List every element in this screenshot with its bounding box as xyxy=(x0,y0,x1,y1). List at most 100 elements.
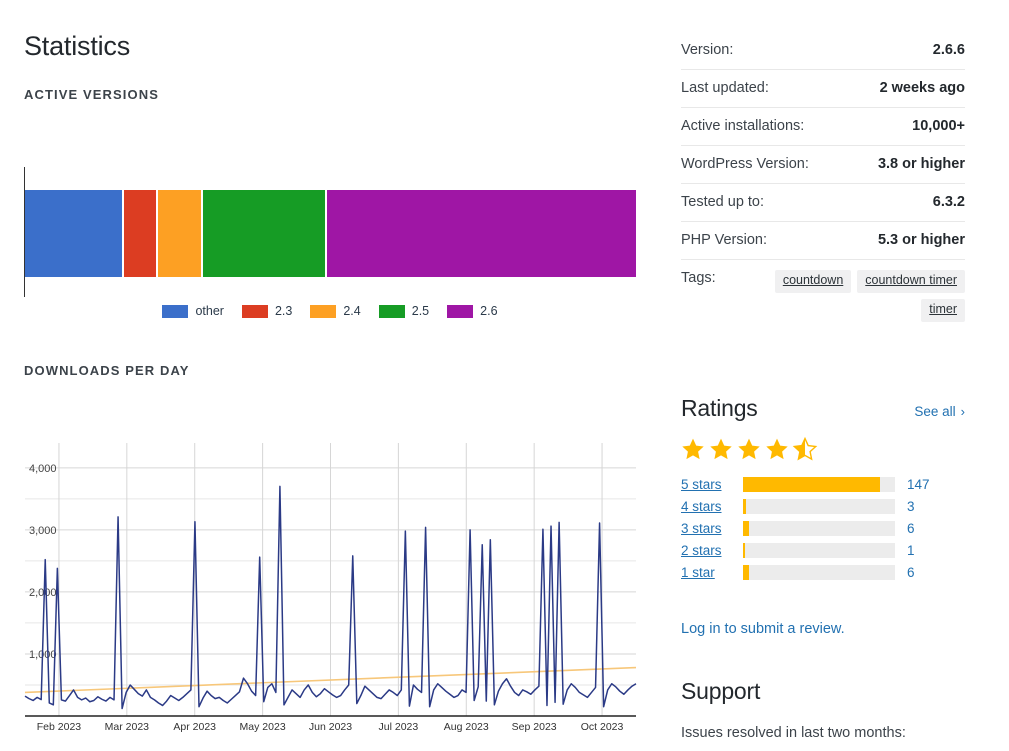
legend-item-2-3: 2.3 xyxy=(241,304,293,318)
rating-count: 3 xyxy=(907,498,915,514)
star-full-icon xyxy=(738,438,760,460)
legend-swatch-icon xyxy=(162,304,189,318)
see-all-ratings-link[interactable]: See all › xyxy=(914,404,965,419)
legend-swatch-icon xyxy=(447,304,474,318)
version-segment-2-4[interactable] xyxy=(157,190,201,277)
star-full-icon xyxy=(682,438,704,460)
chevron-right-icon: › xyxy=(960,404,965,419)
meta-value: 5.3 or higher xyxy=(877,232,965,248)
ratings-heading: Ratings xyxy=(681,395,758,421)
rating-row: 2 stars 1 xyxy=(681,539,965,561)
version-segment-2-6[interactable] xyxy=(327,190,636,277)
rating-row: 3 stars 6 xyxy=(681,517,965,539)
average-rating-stars xyxy=(681,436,965,462)
y-axis-tick-label: 3,000 xyxy=(29,525,57,537)
meta-value: 2.6.6 xyxy=(932,42,965,58)
page-title: Statistics xyxy=(24,31,131,61)
x-axis-tick-label: Apr 2023 xyxy=(173,721,216,733)
rating-label-2-stars[interactable]: 2 stars xyxy=(681,543,743,558)
x-axis-tick-label: Aug 2023 xyxy=(444,721,489,733)
plugin-sidebar: Version: 2.6.6 Last updated: 2 weeks ago Act… xyxy=(681,0,1009,751)
x-axis-tick-label: Sep 2023 xyxy=(512,721,557,733)
rating-bar-track xyxy=(743,476,895,492)
active-versions-stacked-bar xyxy=(25,190,636,277)
rating-bar-track xyxy=(743,498,895,514)
legend-swatch-icon xyxy=(378,304,405,318)
meta-key: Last updated: xyxy=(681,80,769,96)
version-segment-2-3[interactable] xyxy=(124,190,156,277)
downloads-line-svg: 1,0002,0003,0004,000Feb 2023 Mar 2023 Apr … xyxy=(24,443,637,733)
issues-resolved-label: Issues resolved in last two months: xyxy=(681,725,906,741)
rating-bar-fill xyxy=(743,476,880,492)
tag-countdown[interactable]: countdown xyxy=(774,270,852,293)
x-axis-tick-label: Jul 2023 xyxy=(379,721,419,733)
meta-key: WordPress Version: xyxy=(681,156,809,172)
legend-label: 2.4 xyxy=(343,304,361,318)
legend-label: 2.6 xyxy=(480,304,498,318)
legend-label: other xyxy=(195,304,224,318)
version-segment-2-5[interactable] xyxy=(202,190,326,277)
meta-value: 3.8 or higher xyxy=(877,156,965,172)
legend-item-other: other xyxy=(162,304,224,318)
meta-row: Tested up to: 6.3.2 xyxy=(681,184,965,222)
rating-row: 5 stars 147 xyxy=(681,473,965,495)
version-segment-other[interactable] xyxy=(25,190,123,277)
star-full-icon xyxy=(710,438,732,460)
star-icon-2 xyxy=(710,438,732,460)
rating-count: 6 xyxy=(907,564,915,580)
tags-label: Tags: xyxy=(681,270,716,286)
tag-timer[interactable]: timer xyxy=(921,298,965,322)
see-all-label: See all xyxy=(914,404,956,419)
y-axis-tick-label: 4,000 xyxy=(29,463,57,475)
rating-label-4-stars[interactable]: 4 stars xyxy=(681,499,743,514)
x-axis-tick-label: May 2023 xyxy=(240,721,286,733)
meta-key: Tested up to: xyxy=(681,194,765,210)
rating-bar-fill xyxy=(743,564,750,580)
meta-value: 6.3.2 xyxy=(932,194,965,210)
x-axis-tick-label: Mar 2023 xyxy=(105,721,150,733)
meta-row: Last updated: 2 weeks ago xyxy=(681,70,965,108)
legend-item-2-4: 2.4 xyxy=(310,304,361,318)
meta-row: WordPress Version: 3.8 or higher xyxy=(681,146,965,184)
ratings-header: Ratings See all › xyxy=(681,395,965,422)
rating-breakdown-list: 5 stars 147 4 stars 3 3 stars 6 2 stars 1 1 star… xyxy=(681,473,965,583)
support-heading: Support xyxy=(681,678,761,704)
tag-countdown-timer[interactable]: countdown timer xyxy=(857,270,965,293)
tag-list: countdown countdown timer timer xyxy=(765,270,965,322)
active-versions-legend: other 2.3 2.4 2.5 2.6 xyxy=(0,304,660,318)
active-versions-heading: ACTIVE VERSIONS xyxy=(24,87,159,102)
rating-count: 147 xyxy=(907,476,930,492)
star-icon-5 xyxy=(792,436,818,461)
meta-value: 2 weeks ago xyxy=(879,80,965,96)
star-icon-3 xyxy=(738,438,760,460)
meta-row: Active installations: 10,000+ xyxy=(681,108,965,146)
rating-bar-track xyxy=(743,564,895,580)
tags-row: Tags: countdown countdown timer timer xyxy=(681,260,965,326)
meta-key: Active installations: xyxy=(681,118,805,134)
rating-bar-fill xyxy=(743,542,745,558)
legend-item-2-6: 2.6 xyxy=(447,304,498,318)
legend-swatch-icon xyxy=(310,304,337,318)
stars-svg xyxy=(682,436,818,461)
rating-bar-fill xyxy=(743,498,747,514)
rating-row: 1 star 6 xyxy=(681,561,965,583)
submit-review-link[interactable]: Log in to submit a review. xyxy=(681,621,845,637)
rating-bar-fill xyxy=(743,520,750,536)
x-axis-tick-label: Feb 2023 xyxy=(37,721,82,733)
rating-bar-track xyxy=(743,542,895,558)
meta-row: Version: 2.6.6 xyxy=(681,36,965,70)
rating-row: 4 stars 3 xyxy=(681,495,965,517)
rating-count: 6 xyxy=(907,520,915,536)
rating-label-3-stars[interactable]: 3 stars xyxy=(681,521,743,536)
legend-item-2-5: 2.5 xyxy=(378,304,430,318)
rating-label-5-stars[interactable]: 5 stars xyxy=(681,477,743,492)
star-full-icon xyxy=(766,438,788,460)
y-axis-tick-label: 2,000 xyxy=(29,587,57,599)
downloads-per-day-heading: DOWNLOADS PER DAY xyxy=(24,363,190,378)
legend-label: 2.3 xyxy=(274,304,293,318)
rating-label-1-star[interactable]: 1 star xyxy=(681,565,743,580)
rating-count: 1 xyxy=(907,542,915,558)
meta-row: PHP Version: 5.3 or higher xyxy=(681,222,965,260)
legend-label: 2.5 xyxy=(411,304,430,318)
star-icon-4 xyxy=(766,438,788,460)
